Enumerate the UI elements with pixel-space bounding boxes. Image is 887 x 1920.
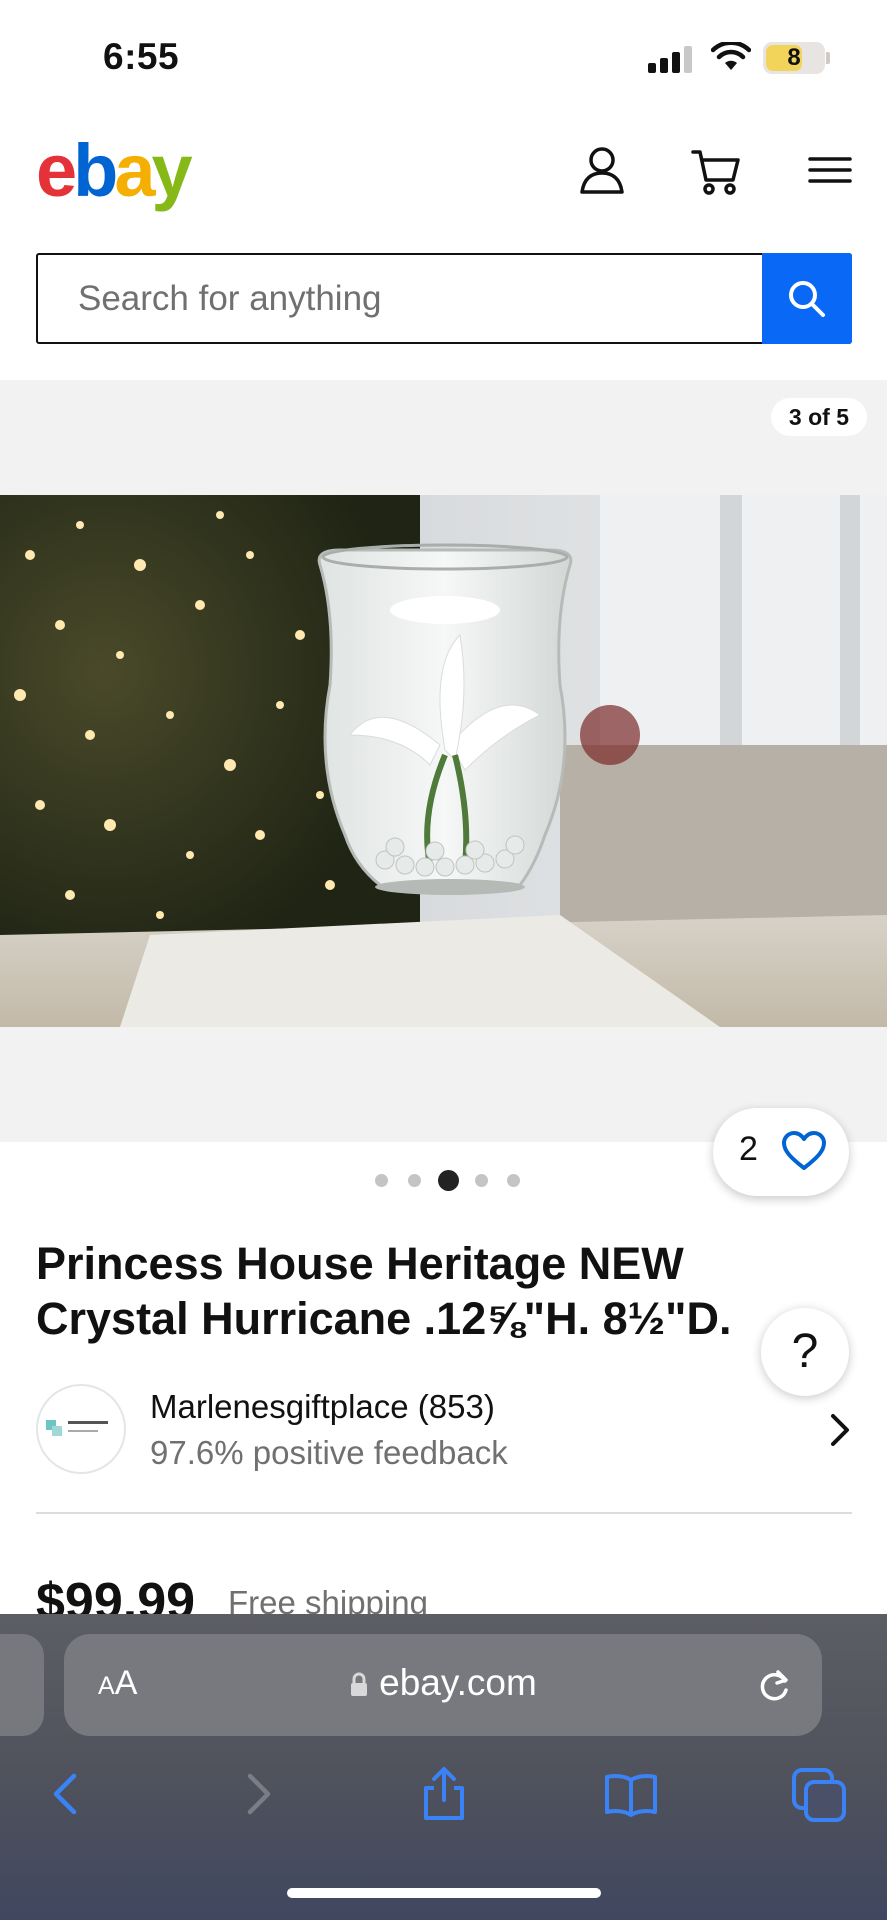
wifi-icon [711, 42, 751, 70]
home-indicator [287, 1888, 601, 1898]
pagination-dot[interactable] [507, 1174, 520, 1187]
seller-avatar [36, 1384, 126, 1474]
search-button[interactable] [762, 253, 852, 344]
hamburger-menu-icon[interactable] [802, 142, 858, 198]
section-divider [36, 1512, 852, 1514]
share-icon[interactable] [414, 1764, 474, 1824]
seller-info[interactable]: Marlenesgiftplace (853) 97.6% positive f… [36, 1384, 852, 1480]
browser-toolbar: AA ebay.com [0, 1614, 887, 1920]
status-time: 6:55 [103, 36, 180, 77]
back-icon[interactable] [36, 1764, 96, 1824]
url-display[interactable]: ebay.com [64, 1662, 822, 1704]
site-header: ebay [0, 110, 887, 250]
url-text: ebay.com [379, 1662, 537, 1703]
pagination-dot[interactable] [375, 1174, 388, 1187]
cart-icon[interactable] [688, 142, 744, 198]
help-button[interactable]: ? [761, 1308, 849, 1396]
address-bar[interactable]: AA ebay.com [64, 1634, 822, 1736]
cellular-signal-icon [648, 45, 692, 73]
account-icon[interactable] [574, 142, 630, 198]
watch-button[interactable]: 2 [713, 1108, 849, 1196]
reload-icon[interactable] [754, 1666, 794, 1706]
forward-icon[interactable] [228, 1764, 288, 1824]
previous-tab-preview[interactable] [0, 1634, 44, 1736]
seller-name[interactable]: Marlenesgiftplace (853) [150, 1388, 495, 1426]
pagination-dot-active[interactable] [438, 1170, 459, 1191]
chevron-right-icon[interactable] [828, 1412, 852, 1448]
tabs-icon[interactable] [790, 1764, 850, 1824]
battery-icon: 8 [763, 42, 825, 74]
heart-icon [782, 1131, 826, 1170]
bookmarks-icon[interactable] [601, 1764, 661, 1824]
listing-title: Princess House Heritage NEW Crystal Hurr… [36, 1238, 732, 1344]
pagination-dot[interactable] [408, 1174, 421, 1187]
battery-tip [826, 52, 830, 64]
ebay-logo[interactable]: ebay [36, 134, 193, 208]
pagination-dot[interactable] [475, 1174, 488, 1187]
search-icon [789, 280, 825, 317]
status-bar: 6:55 8 [0, 0, 887, 110]
gallery-pagination[interactable] [370, 1167, 520, 1191]
search-input[interactable] [38, 255, 762, 342]
image-gallery[interactable]: 3 of 5 [0, 380, 887, 1142]
seller-feedback: 97.6% positive feedback [150, 1434, 508, 1471]
lock-icon [351, 1672, 368, 1696]
watch-count: 2 [739, 1130, 758, 1168]
search-bar [36, 253, 852, 344]
image-counter: 3 of 5 [770, 398, 867, 436]
battery-level: 8 [787, 44, 801, 71]
product-image[interactable] [0, 495, 887, 1027]
